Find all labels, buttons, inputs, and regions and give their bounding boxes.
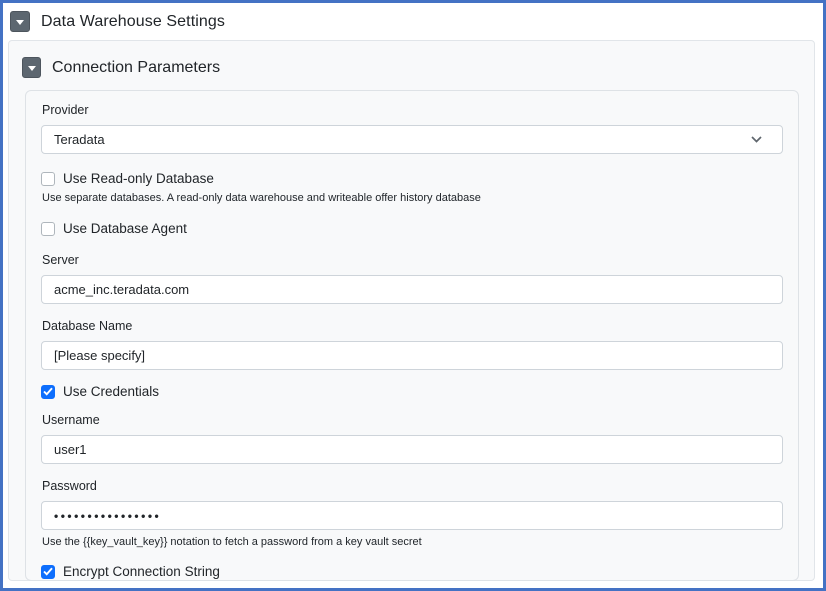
use-credentials-checkbox[interactable]	[41, 384, 55, 399]
provider-field: Provider Teradata	[41, 103, 783, 154]
check-icon	[43, 387, 53, 396]
password-field: Password	[41, 479, 783, 530]
username-field: Username	[41, 413, 783, 464]
collapse-toggle-button[interactable]	[22, 57, 41, 78]
read-only-database-label: Use Read-only Database	[63, 171, 214, 186]
encrypt-connection-string-checkbox[interactable]	[41, 564, 55, 579]
database-name-label: Database Name	[42, 319, 133, 333]
password-label: Password	[42, 479, 97, 493]
encrypt-connection-string-label: Encrypt Connection String	[63, 564, 220, 579]
database-agent-row: Use Database Agent	[41, 221, 783, 236]
server-label: Server	[42, 253, 79, 267]
password-input[interactable]	[41, 501, 783, 530]
database-agent-label: Use Database Agent	[63, 221, 187, 236]
use-credentials-label: Use Credentials	[63, 384, 160, 399]
server-field: Server	[41, 253, 783, 304]
section-header: Connection Parameters	[9, 41, 814, 78]
connection-parameters-panel: Connection Parameters Provider Teradata …	[8, 40, 815, 581]
page-header: Data Warehouse Settings	[3, 3, 823, 38]
read-only-database-checkbox[interactable]	[41, 171, 55, 186]
provider-selected-value: Teradata	[54, 132, 105, 147]
read-only-database-row: Use Read-only Database	[41, 171, 783, 186]
check-icon	[43, 567, 53, 576]
server-input[interactable]	[41, 275, 783, 304]
read-only-database-help: Use separate databases. A read-only data…	[42, 192, 481, 204]
database-name-input[interactable]	[41, 341, 783, 370]
use-credentials-row: Use Credentials	[41, 384, 783, 399]
section-title: Connection Parameters	[52, 58, 221, 76]
password-help: Use the {{key_vault_key}} notation to fe…	[42, 536, 422, 548]
chevron-down-icon	[751, 136, 762, 143]
provider-label: Provider	[42, 103, 89, 117]
connection-form: Provider Teradata Use Read-only Database…	[25, 90, 799, 581]
chevron-down-icon	[16, 19, 24, 25]
database-agent-checkbox[interactable]	[41, 221, 55, 236]
username-label: Username	[42, 413, 100, 427]
page-title: Data Warehouse Settings	[41, 12, 226, 30]
chevron-down-icon	[27, 65, 36, 71]
provider-select[interactable]: Teradata	[41, 125, 783, 154]
collapse-toggle-button[interactable]	[10, 11, 30, 32]
username-input[interactable]	[41, 435, 783, 464]
database-name-field: Database Name	[41, 319, 783, 370]
encrypt-connection-string-row: Encrypt Connection String	[41, 564, 783, 579]
